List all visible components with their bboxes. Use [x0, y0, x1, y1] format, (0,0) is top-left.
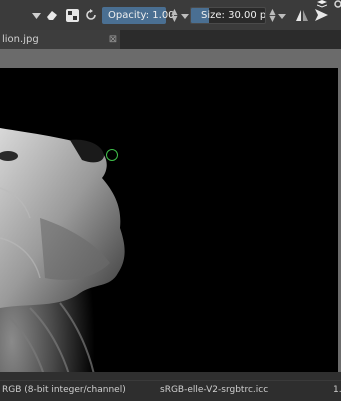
reload-icon[interactable]	[83, 7, 99, 23]
brush-cursor-outline	[106, 149, 118, 161]
brush-options-toolbar: Opacity: 1.00 ▲ ▼ Size: 30.00 px ▲ ▼	[0, 0, 341, 31]
chevron-down-icon[interactable]	[28, 8, 44, 24]
document-tab-bar: lion.jpg ⊠	[0, 30, 341, 50]
status-bar: RGB (8-bit integer/channel) sRGB-elle-V2…	[0, 380, 341, 401]
layers-icon[interactable]	[316, 0, 328, 10]
horizontal-scrollbar[interactable]	[0, 372, 341, 380]
size-slider[interactable]: Size: 30.00 px	[190, 7, 266, 24]
color-profile-label: sRGB-elle-V2-srgbtrc.icc	[160, 385, 269, 395]
mirror-icon[interactable]	[294, 7, 310, 23]
close-icon[interactable]: ⊠	[108, 30, 118, 49]
eraser-icon[interactable]	[44, 7, 60, 23]
lion-photo	[0, 68, 338, 400]
settings-icon[interactable]	[333, 0, 341, 10]
tab-lion-jpg[interactable]: lion.jpg	[0, 30, 120, 49]
canvas-area[interactable]	[0, 49, 341, 400]
checker-icon[interactable]	[64, 7, 80, 23]
zoom-indicator[interactable]: 1.	[333, 381, 341, 400]
size-label: Size: 30.00 px	[201, 10, 266, 21]
color-space-label: RGB (8-bit integer/channel)	[2, 385, 126, 395]
tab-title: lion.jpg	[2, 34, 39, 45]
lion-image[interactable]	[0, 68, 338, 400]
opacity-slider[interactable]: Opacity: 1.00	[102, 7, 175, 24]
size-chevron-icon[interactable]	[274, 8, 290, 24]
